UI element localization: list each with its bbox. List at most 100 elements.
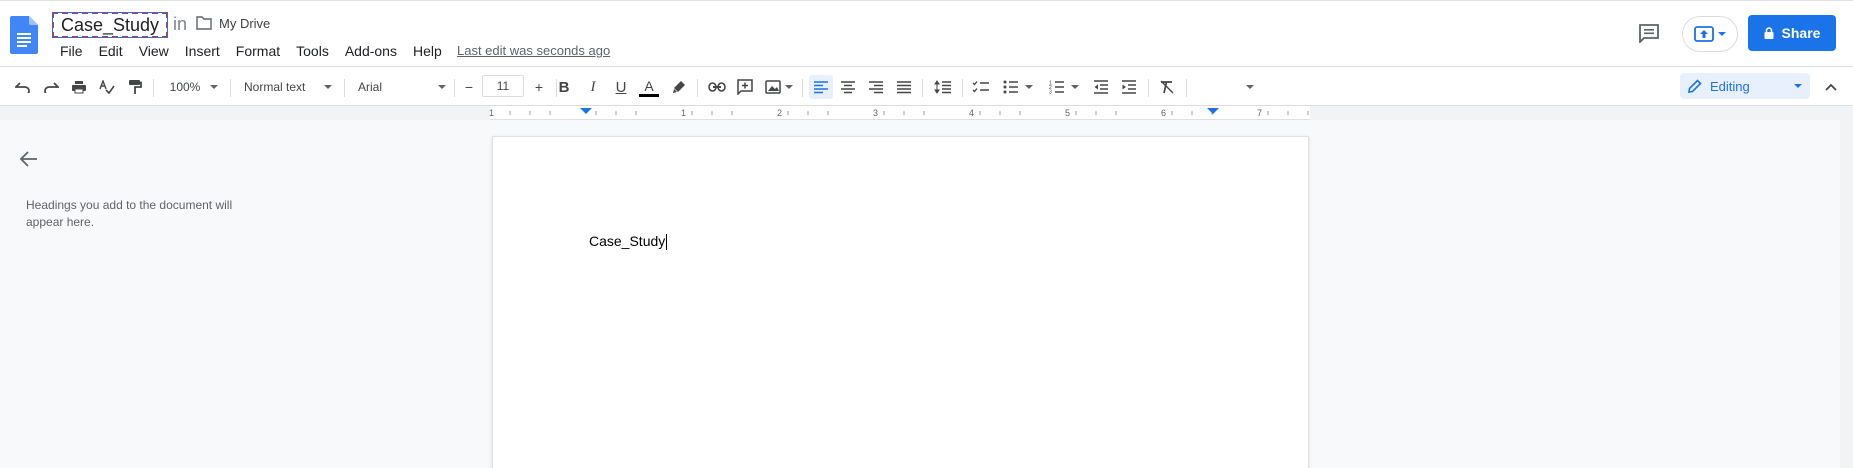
font-value: Arial (358, 80, 383, 94)
insert-image-button[interactable] (762, 75, 796, 99)
share-button[interactable]: Share (1748, 15, 1836, 51)
insert-link-button[interactable] (706, 75, 728, 99)
numbered-list-button[interactable]: 123 (1044, 75, 1084, 99)
numbered-dropdown-icon (1071, 85, 1079, 89)
present-dropdown-icon (1718, 32, 1726, 36)
add-comment-icon (737, 79, 753, 95)
align-center-icon (841, 81, 855, 94)
menu-edit[interactable]: Edit (91, 42, 131, 60)
zoom-value: 100% (169, 80, 201, 94)
chevron-up-icon (1825, 83, 1837, 91)
zoom-select[interactable]: 100% (164, 75, 224, 99)
undo-button[interactable] (12, 75, 34, 99)
comment-history-icon[interactable] (1638, 23, 1660, 43)
menu-file[interactable]: File (52, 42, 91, 60)
editing-mode-label: Editing (1710, 78, 1750, 94)
print-button[interactable] (68, 75, 90, 99)
align-center-button[interactable] (837, 75, 859, 99)
bulleted-list-icon (1003, 80, 1018, 94)
ruler-label: 2 (777, 108, 783, 118)
align-right-icon (869, 81, 883, 94)
more-tools-select[interactable] (1200, 75, 1260, 99)
font-size-input[interactable]: 11 (482, 75, 524, 97)
italic-button[interactable]: I (582, 75, 604, 99)
ruler-label: 1 (489, 108, 495, 118)
document-title-input[interactable]: Case_Study (52, 12, 169, 38)
highlight-color-button[interactable] (668, 75, 690, 99)
justify-icon (897, 81, 911, 94)
ruler-label: 4 (969, 108, 975, 118)
document-body-text[interactable]: Case_Study (589, 233, 668, 251)
undo-icon (15, 82, 30, 93)
menu-insert[interactable]: Insert (177, 42, 228, 60)
redo-icon (44, 82, 59, 93)
outline-hint: Headings you add to the document will ap… (26, 198, 233, 229)
pencil-icon (1688, 79, 1702, 93)
print-icon (72, 81, 86, 94)
redo-button[interactable] (40, 75, 62, 99)
line-spacing-button[interactable] (932, 75, 954, 99)
spellcheck-button[interactable] (96, 75, 118, 99)
align-right-button[interactable] (865, 75, 887, 99)
text-color-swatch (639, 93, 659, 97)
menu-format[interactable]: Format (228, 42, 288, 60)
align-left-icon (814, 81, 828, 94)
style-dropdown-icon (324, 85, 332, 89)
ruler-label: 6 (1161, 108, 1167, 118)
bulleted-list-button[interactable] (998, 75, 1038, 99)
paint-format-icon (129, 80, 142, 94)
spellcheck-icon (99, 80, 115, 94)
header: Case_Study in My Drive File Edit View In… (0, 0, 1853, 66)
bold-label: B (558, 78, 570, 96)
text-cursor (666, 234, 668, 251)
text-color-button[interactable]: A (638, 75, 660, 99)
paragraph-style-select[interactable]: Normal text (240, 75, 336, 99)
clear-formatting-button[interactable] (1156, 75, 1178, 99)
close-outline-arrow-icon[interactable] (19, 150, 39, 168)
add-comment-button[interactable] (734, 75, 756, 99)
document-page[interactable]: Case_Study (492, 136, 1309, 468)
lock-icon (1764, 27, 1774, 39)
docs-logo-icon[interactable] (10, 16, 38, 54)
image-dropdown-icon (785, 85, 793, 89)
decrease-indent-icon (1094, 80, 1108, 94)
ruler-label: 5 (1065, 108, 1071, 118)
body-text-content: Case_Study (589, 233, 666, 249)
italic-label: I (590, 78, 596, 95)
align-left-button[interactable] (809, 75, 833, 99)
checklist-button[interactable] (970, 75, 992, 99)
paint-format-button[interactable] (124, 75, 146, 99)
decrease-indent-button[interactable] (1090, 75, 1112, 99)
ruler-label: 7 (1257, 108, 1263, 118)
justify-button[interactable] (893, 75, 915, 99)
drive-location-link[interactable]: My Drive (219, 16, 270, 31)
increase-indent-button[interactable] (1118, 75, 1140, 99)
increase-font-size-button[interactable]: + (528, 75, 550, 99)
highlighter-icon (673, 81, 685, 93)
toolbar: 100% Normal text Arial − + B I U A 1 2 3 (0, 66, 1853, 106)
increase-indent-icon (1122, 80, 1136, 94)
share-label: Share (1781, 25, 1821, 41)
font-dropdown-icon (438, 85, 446, 89)
menu-addons[interactable]: Add-ons (337, 42, 405, 60)
folder-icon[interactable] (196, 16, 212, 30)
menu-tools[interactable]: Tools (288, 42, 337, 60)
svg-text:3: 3 (1049, 90, 1052, 95)
menu-help[interactable]: Help (405, 42, 450, 60)
underline-button[interactable]: U (610, 75, 632, 99)
decrease-font-size-button[interactable]: − (458, 75, 480, 99)
bold-button[interactable]: B (553, 75, 575, 99)
editing-mode-select[interactable]: Editing (1680, 73, 1810, 99)
ruler-label: 1 (681, 108, 687, 118)
title-in-label: in (173, 14, 188, 34)
mode-dropdown-icon (1794, 84, 1802, 88)
font-select[interactable]: Arial (356, 75, 448, 99)
present-button[interactable] (1682, 16, 1738, 52)
collapse-menus-button[interactable] (1820, 75, 1842, 99)
clear-formatting-icon (1160, 80, 1174, 94)
last-edit-link[interactable]: Last edit was seconds ago (457, 42, 610, 60)
bullet-dropdown-icon (1025, 85, 1033, 89)
ruler-label: 3 (873, 108, 879, 118)
vertical-scrollbar[interactable] (1840, 120, 1853, 468)
menu-view[interactable]: View (131, 42, 177, 60)
